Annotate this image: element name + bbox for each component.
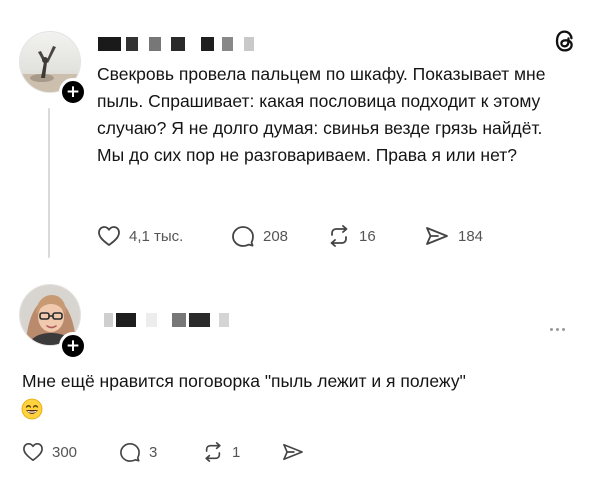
follow-plus-icon[interactable]: + [59, 332, 87, 360]
repost-count: 1 [232, 443, 241, 461]
share-count: 184 [458, 227, 484, 245]
comment-button[interactable]: 208 [231, 223, 288, 249]
repost-button[interactable]: 1 [202, 439, 240, 465]
repost-button[interactable]: 16 [327, 223, 376, 249]
comment-count: 208 [263, 227, 289, 245]
post-actions: 4,1 тыс. 208 16 184 [97, 223, 517, 249]
comment-icon [120, 443, 140, 462]
reply-author-avatar-wrap: + [19, 284, 87, 360]
share-button[interactable]: 184 [424, 223, 483, 249]
repost-icon [330, 225, 348, 247]
like-count: 4,1 тыс. [129, 227, 184, 245]
like-count: 300 [52, 443, 78, 461]
comment-button[interactable]: 3 [119, 439, 157, 465]
repost-icon [205, 442, 221, 462]
comment-count: 3 [149, 443, 158, 461]
reply-actions: 300 3 1 [22, 439, 322, 465]
heart-icon [98, 226, 120, 246]
more-options-icon[interactable] [550, 318, 568, 336]
post-author-avatar-wrap: + [19, 31, 87, 106]
like-button[interactable]: 4,1 тыс. [97, 223, 183, 249]
thread-line [48, 108, 50, 258]
comment-icon [232, 226, 254, 247]
send-icon [426, 227, 448, 245]
grinning-emoji-icon [21, 398, 43, 420]
reply-text: Мне ещё нравится поговорка "пыль лежит и… [22, 371, 466, 391]
follow-plus-icon[interactable]: + [59, 78, 87, 106]
reply-author-username-blurred[interactable] [104, 313, 234, 327]
threads-logo-icon[interactable] [553, 28, 577, 54]
send-icon [283, 443, 303, 461]
like-button[interactable]: 300 [22, 439, 77, 465]
post-text: Свекровь провела пальцем по шкафу. Показ… [97, 64, 546, 165]
share-button[interactable] [281, 439, 305, 465]
author-username-blurred[interactable] [98, 37, 268, 51]
repost-count: 16 [359, 227, 376, 245]
heart-icon [23, 443, 43, 461]
